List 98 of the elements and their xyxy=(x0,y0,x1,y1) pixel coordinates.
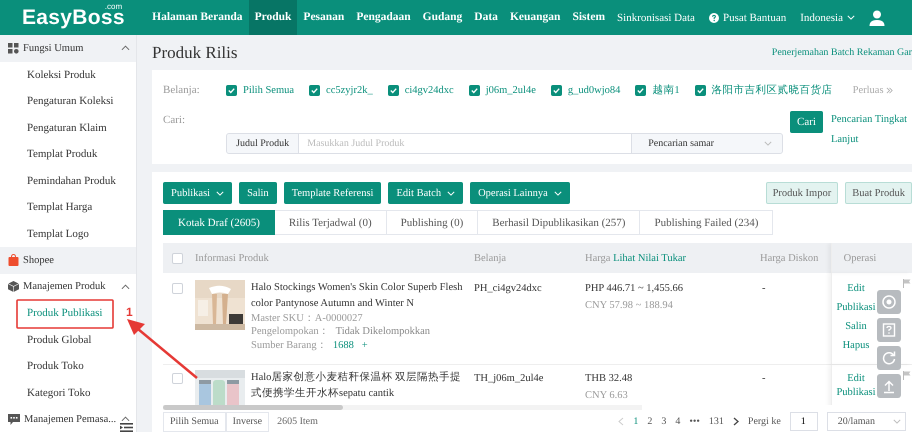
select-all-button[interactable]: Pilih Semua xyxy=(163,412,226,432)
group-label: Pengelompokan： xyxy=(251,326,330,337)
sync-link[interactable]: Sinkronisasi Data xyxy=(617,12,695,24)
menu-item[interactable]: Pengaturan Klaim xyxy=(27,114,107,141)
menu-group[interactable]: Manajemen Pemasa... xyxy=(0,406,136,432)
nav-tab[interactable]: Pengadaan xyxy=(350,0,417,35)
expand-link[interactable]: Perluas xyxy=(852,84,893,96)
status-tab[interactable]: Publishing (0) xyxy=(386,210,478,235)
help-link[interactable]: Pusat Bantuan xyxy=(708,12,786,24)
nav-tab[interactable]: Pesanan xyxy=(297,0,350,35)
column-header: Belanja xyxy=(474,252,506,264)
shop-label[interactable]: j06m_2ul4e xyxy=(486,84,536,96)
add-source-button[interactable]: + xyxy=(362,340,368,351)
operation-link[interactable]: Salin xyxy=(845,321,867,332)
page-title: Produk Rilis xyxy=(152,42,238,62)
shop-label[interactable]: cc5zyjr2k_ xyxy=(326,84,373,96)
toolbar-button[interactable]: Produk Impor xyxy=(766,182,838,204)
price-cny: CNY 6.63 xyxy=(585,390,629,401)
price-cell-text: THB 32.48 xyxy=(585,373,634,384)
operation-link[interactable]: Edit xyxy=(847,283,865,294)
filter-label: Cari: xyxy=(163,113,186,128)
discount-cell: - xyxy=(762,283,766,294)
column-header: Operasi xyxy=(844,252,876,264)
menu-item[interactable]: Produk Toko xyxy=(27,353,84,380)
column-header: Informasi Produk xyxy=(195,252,269,264)
menu-item[interactable]: Kategori Toko xyxy=(27,380,90,406)
operation-link[interactable]: Publikasi xyxy=(836,387,876,398)
page-number[interactable]: 2 xyxy=(647,416,652,427)
status-tab[interactable]: Berhasil Dipublikasikan (257) xyxy=(478,210,640,235)
search-button[interactable]: Cari xyxy=(790,111,823,133)
menu-item[interactable]: Pengaturan Koleksi xyxy=(27,88,114,114)
toolbar-button[interactable]: Template Referensi xyxy=(284,182,382,204)
group-value: Tidak Dikelompokkan xyxy=(336,326,430,337)
search-field[interactable]: Masukkan Judul Produk xyxy=(299,133,632,154)
menu-item[interactable]: Pemindahan Produk xyxy=(27,168,116,194)
shop-cell: PH_ci4gv24dxc xyxy=(474,283,542,294)
menu-group[interactable]: Shopee xyxy=(0,247,136,274)
menu-item[interactable]: Produk Publikasi xyxy=(27,300,102,326)
status-tab[interactable]: Kotak Draf (2605) xyxy=(163,210,275,235)
goto-label: Pergi ke xyxy=(748,416,781,427)
discount-cell: - xyxy=(762,373,766,384)
nav-tab[interactable]: Sistem xyxy=(566,0,612,35)
price-cny: CNY 57.98 ~ 188.94 xyxy=(585,300,674,311)
menu-item[interactable]: Koleksi Produk xyxy=(27,62,96,88)
shop-label[interactable]: 越南1 xyxy=(652,83,680,97)
nav-tab[interactable]: Keuangan xyxy=(504,0,566,35)
status-tab[interactable]: Publishing Failed (234) xyxy=(640,210,774,235)
menu-item[interactable]: Templat Produk xyxy=(27,141,98,168)
menu-item[interactable]: Produk Global xyxy=(27,326,92,353)
shop-label[interactable]: g_ud0wjo84 xyxy=(568,84,620,96)
nav-tab[interactable]: Gudang xyxy=(416,0,468,35)
field-label: Judul Produk xyxy=(226,133,300,154)
nav-tab[interactable]: Halaman Beranda xyxy=(146,0,249,35)
toolbar-button[interactable]: Operasi Lainnya xyxy=(470,182,570,204)
toolbar-button[interactable]: Buat Produk xyxy=(845,182,912,204)
menu-group[interactable]: Manajemen Produk xyxy=(0,274,136,300)
logo[interactable]: EasyBoss .com xyxy=(22,6,122,30)
shop-label[interactable]: ci4gv24dxc xyxy=(404,84,454,96)
filter-label: Belanja: xyxy=(163,84,201,96)
sku-value: A-0000027 xyxy=(314,313,363,324)
toolbar-button[interactable]: Salin xyxy=(239,182,277,204)
operation-link[interactable]: Hapus xyxy=(842,340,870,351)
source-value: 1688 xyxy=(332,340,354,351)
shop-label[interactable]: Pilih Semua xyxy=(243,84,294,96)
match-mode-select[interactable]: Pencarian samar xyxy=(631,133,783,154)
sku-label: Master SKU： xyxy=(251,313,315,324)
page-number[interactable]: 4 xyxy=(675,416,680,427)
inverse-button[interactable]: Inverse xyxy=(226,412,270,432)
menu-group[interactable]: Fungsi Umum xyxy=(0,35,136,62)
page-number[interactable]: 131 xyxy=(708,416,724,427)
page-number[interactable]: 3 xyxy=(661,416,666,427)
item-count: 2605 Item xyxy=(277,416,318,427)
product-title: Halo Stockings Women's Skin Color Superb Fleshcolor Pantynose Autumn and Winter N xyxy=(251,281,464,311)
column-header: Harga xyxy=(585,252,610,264)
product-title: Halo居家创意小麦秸秆保温杯 双层隔热手提式便携学生开水杯sepatu cantik xyxy=(251,370,462,401)
exchange-rate-link[interactable]: Lihat Nilai Tukar xyxy=(613,252,686,264)
page-number[interactable]: ••• xyxy=(689,416,700,427)
menu-item[interactable]: Templat Harga xyxy=(27,194,92,220)
status-tab[interactable]: Rilis Terjadwal (0) xyxy=(274,210,387,235)
operation-link[interactable]: Edit xyxy=(847,373,865,384)
step-number: 1 xyxy=(126,305,133,319)
shop-label[interactable]: 洛阳市吉利区贰晓百货店 xyxy=(712,83,833,97)
menu-item[interactable]: Templat Logo xyxy=(27,220,89,247)
nav-tab[interactable]: Produk xyxy=(248,0,298,35)
toolbar-button[interactable]: Edit Batch xyxy=(388,182,464,204)
batch-translate-link[interactable]: Penerjemahan Batch Rekaman Gar xyxy=(772,47,912,58)
page-size-select[interactable]: 20/laman xyxy=(826,412,906,431)
toolbar-button[interactable]: Publikasi xyxy=(163,182,232,204)
language-select[interactable]: Indonesia xyxy=(800,12,855,24)
price-cell-text: PHP 446.71 ~ 1,455.66 xyxy=(585,283,684,294)
operation-link[interactable]: Publikasi xyxy=(836,302,876,313)
column-header: Harga Diskon xyxy=(760,252,818,264)
shop-cell: TH_j06m_2ul4e xyxy=(474,373,544,384)
page-number[interactable]: 1 xyxy=(633,416,638,427)
page-input[interactable]: 1 xyxy=(790,412,818,431)
advanced-search-link[interactable]: Pencarian Tingkat Lanjut xyxy=(830,110,912,154)
source-label: Sumber Barang： xyxy=(251,340,328,351)
nav-tab[interactable]: Data xyxy=(468,0,504,35)
